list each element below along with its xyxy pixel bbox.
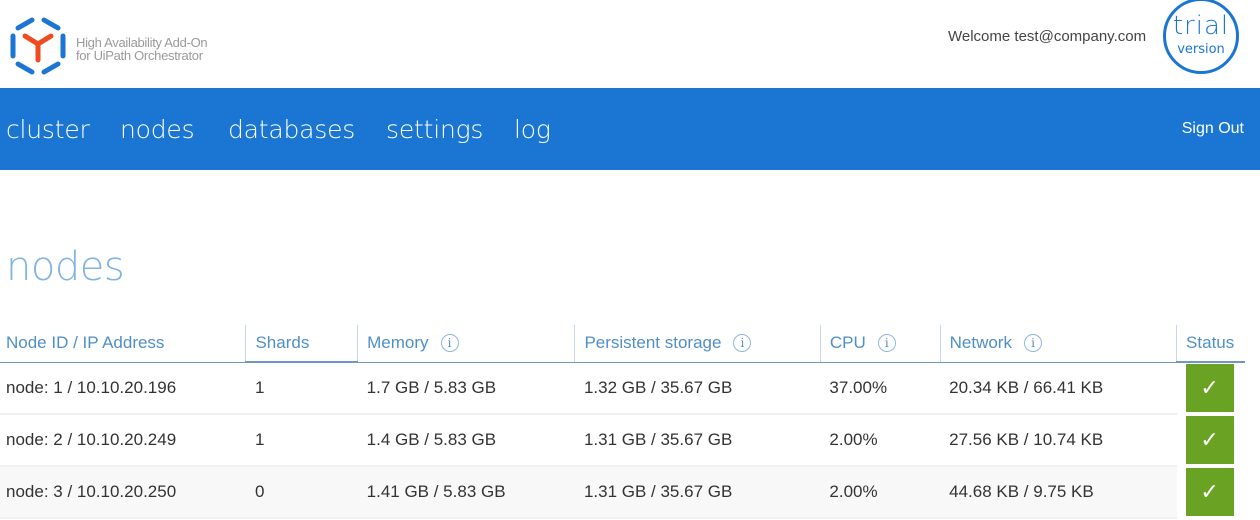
cell-node: node: 1 / 10.10.20.196	[0, 362, 246, 415]
trial-badge: trial version	[1163, 0, 1239, 74]
status-ok-check-icon: ✓	[1185, 467, 1234, 516]
column-header-storage: Persistent storage i	[574, 325, 821, 363]
column-header-shards: Shards	[245, 325, 358, 363]
column-header-label: Node ID / IP Address	[6, 333, 165, 353]
column-header-status: Status	[1176, 325, 1245, 363]
cell-status: ✓	[1176, 362, 1245, 415]
product-name: High Availability Add-On for UiPath Orch…	[76, 36, 208, 63]
sign-out-link[interactable]: Sign Out	[1182, 120, 1244, 138]
column-header-label: Status	[1186, 333, 1235, 352]
table-header-row: Node ID / IP Address Shards Memory i Pers…	[0, 325, 1245, 363]
cell-memory: 1.4 GB / 5.83 GB	[357, 414, 575, 467]
cell-network: 20.34 KB / 66.41 KB	[940, 362, 1177, 415]
nav-nodes[interactable]: nodes	[120, 115, 195, 144]
cell-node: node: 2 / 10.10.20.249	[0, 414, 246, 467]
top-bar: High Availability Add-On for UiPath Orch…	[0, 0, 1260, 88]
table-row: node: 2 / 10.10.20.249 1 1.4 GB / 5.83 G…	[0, 414, 1245, 467]
cell-cpu: 37.00%	[820, 362, 941, 415]
cell-node: node: 3 / 10.10.20.250	[0, 466, 246, 519]
nav-cluster[interactable]: cluster	[6, 115, 90, 144]
nav-settings[interactable]: settings	[386, 115, 483, 144]
cell-memory: 1.41 GB / 5.83 GB	[357, 466, 575, 519]
column-header-label: Network	[949, 333, 1012, 353]
cell-memory: 1.7 GB / 5.83 GB	[357, 362, 575, 415]
column-header-label: Memory	[367, 333, 429, 353]
status-ok-check-icon: ✓	[1185, 415, 1234, 464]
info-icon[interactable]: i	[733, 334, 752, 353]
product-name-line2: for UiPath Orchestrator	[76, 48, 203, 63]
column-header-label: Persistent storage	[584, 333, 722, 353]
info-icon[interactable]: i	[877, 334, 896, 353]
cell-storage: 1.31 GB / 35.67 GB	[574, 414, 821, 467]
cell-cpu: 2.00%	[820, 414, 941, 467]
status-ok-check-icon: ✓	[1185, 363, 1234, 412]
welcome-text: Welcome test@company.com	[948, 28, 1147, 45]
cell-network: 44.68 KB / 9.75 KB	[940, 466, 1177, 519]
column-header-label: CPU	[829, 333, 866, 353]
trial-badge-subtitle: version	[1177, 42, 1225, 57]
column-header-network: Network i	[939, 325, 1177, 363]
cell-storage: 1.31 GB / 35.67 GB	[574, 466, 821, 519]
cell-cpu: 2.00%	[820, 466, 941, 519]
cell-status: ✓	[1176, 414, 1245, 467]
nodes-table: Node ID / IP Address Shards Memory i Pers…	[0, 325, 1245, 519]
table-row: node: 1 / 10.10.20.196 1 1.7 GB / 5.83 G…	[0, 362, 1245, 415]
cell-shards: 1	[245, 414, 358, 467]
logo-icon	[10, 17, 66, 75]
table-row: node: 3 / 10.10.20.250 0 1.41 GB / 5.83 …	[0, 466, 1245, 519]
page-title: nodes	[6, 244, 125, 290]
info-icon[interactable]: i	[1023, 334, 1042, 353]
column-header-memory: Memory i	[357, 325, 575, 363]
main-nav: cluster nodes databases settings log Sig…	[0, 88, 1260, 170]
nav-databases[interactable]: databases	[228, 115, 355, 144]
column-header-label: Shards	[255, 333, 310, 352]
column-header-node: Node ID / IP Address	[0, 325, 246, 363]
cell-network: 27.56 KB / 10.74 KB	[940, 414, 1177, 467]
nav-log[interactable]: log	[514, 115, 551, 144]
cell-status: ✓	[1176, 466, 1245, 519]
trial-badge-title: trial	[1172, 11, 1230, 41]
column-header-cpu: CPU i	[819, 325, 941, 363]
cell-storage: 1.32 GB / 35.67 GB	[574, 362, 821, 415]
cell-shards: 0	[245, 466, 358, 519]
info-icon[interactable]: i	[440, 334, 459, 353]
cell-shards: 1	[245, 362, 358, 415]
